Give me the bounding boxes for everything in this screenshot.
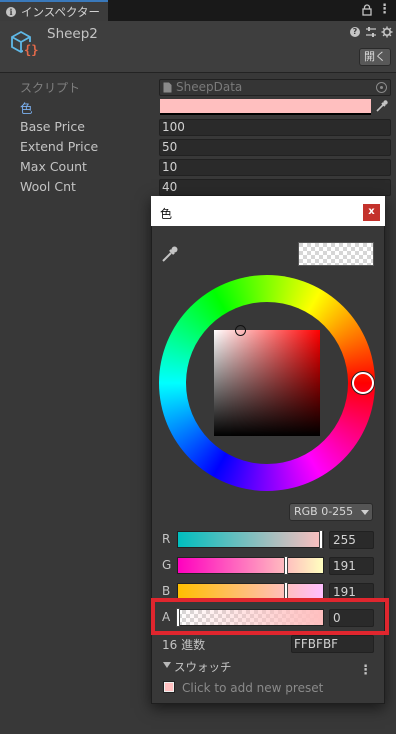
base-price-field[interactable]: 100 <box>159 119 391 136</box>
help-icon[interactable]: ? <box>350 27 360 37</box>
script-file-icon <box>163 82 172 93</box>
hue-handle[interactable] <box>352 372 374 394</box>
green-slider[interactable] <box>177 557 324 574</box>
extend-price-label: Extend Price <box>20 139 99 154</box>
color-alpha-bar <box>160 113 371 115</box>
alpha-row-highlight <box>151 598 389 635</box>
color-preview <box>298 242 374 266</box>
wool-cnt-field[interactable]: 40 <box>159 179 391 196</box>
add-preset-hint[interactable]: Click to add new preset <box>182 681 323 695</box>
max-count-label: Max Count <box>20 159 87 174</box>
color-picker-title: 色 <box>160 207 173 221</box>
chevron-down-icon <box>361 510 369 515</box>
saturation-value-handle[interactable] <box>235 325 246 336</box>
presets-icon[interactable] <box>365 26 377 38</box>
script-field[interactable]: SheepData <box>159 79 391 96</box>
tab-inspector[interactable]: i インスペクター <box>0 0 108 21</box>
swatches-foldout-icon[interactable] <box>163 662 171 668</box>
red-label: R <box>162 532 171 546</box>
eyedropper-icon[interactable] <box>160 244 180 264</box>
more-options-icon[interactable]: ⋮ <box>378 3 391 17</box>
svg-text:{}: {} <box>24 43 38 57</box>
green-value-field[interactable]: 191 <box>329 557 374 575</box>
color-picker-titlebar[interactable] <box>151 196 385 226</box>
max-count-field[interactable]: 10 <box>159 159 391 176</box>
green-label: G <box>162 558 172 572</box>
object-picker-icon[interactable] <box>376 82 387 93</box>
green-slider-handle[interactable] <box>285 557 287 574</box>
lock-icon[interactable] <box>361 4 373 16</box>
color-label: 色 <box>20 101 33 116</box>
extend-price-field[interactable]: 50 <box>159 139 391 156</box>
base-price-label: Base Price <box>20 119 85 134</box>
info-icon: i <box>6 6 16 17</box>
hex-label: 16 進数 <box>162 638 206 652</box>
object-name: Sheep2 <box>47 26 98 42</box>
saturation-value-square[interactable] <box>214 330 320 436</box>
red-slider-handle[interactable] <box>320 531 322 548</box>
red-slider[interactable] <box>177 531 324 548</box>
swatches-label[interactable]: スウォッチ <box>174 659 232 675</box>
blue-label: B <box>162 584 171 598</box>
open-button[interactable]: 開く <box>359 48 391 66</box>
script-label: スクリプト <box>20 81 81 95</box>
hex-field[interactable]: FFBFBF <box>291 635 374 653</box>
red-value-field[interactable]: 255 <box>329 531 374 549</box>
wool-cnt-label: Wool Cnt <box>20 179 76 194</box>
close-button[interactable]: x <box>363 204 380 221</box>
add-preset-swatch[interactable] <box>164 682 174 692</box>
gear-icon[interactable] <box>381 26 393 38</box>
swatches-menu-icon[interactable]: ⋮ <box>359 664 372 678</box>
script-component-icon: {} <box>11 30 38 57</box>
color-field[interactable] <box>160 99 371 113</box>
eyedropper-icon[interactable] <box>374 98 390 114</box>
tab-title: インスペクター <box>21 4 101 19</box>
